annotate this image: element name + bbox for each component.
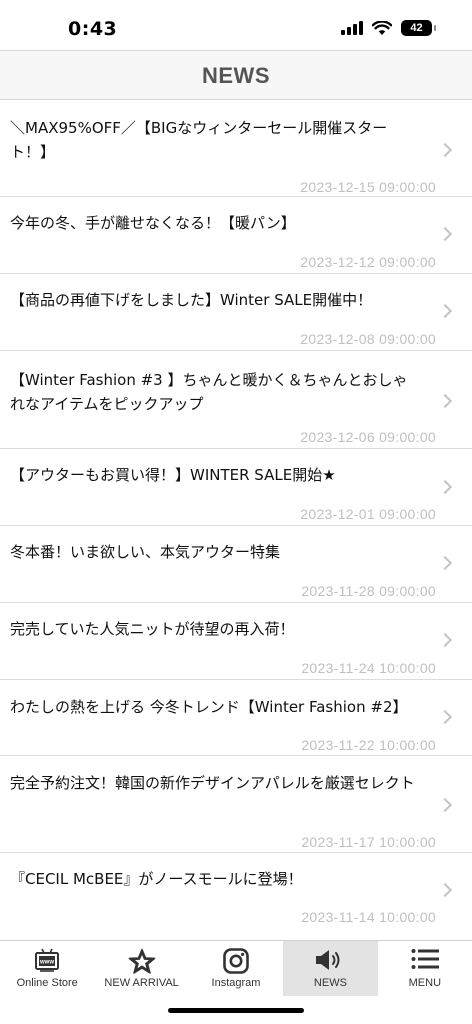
wifi-icon <box>372 20 392 35</box>
news-item[interactable]: 今年の冬、手が離せなくなる！【暖パン】 2023-12-12 09:00:00 <box>0 197 472 274</box>
news-item[interactable]: 【アウターもお買い得！】WINTER SALE開始★ 2023-12-01 09… <box>0 449 472 526</box>
news-date: 2023-11-28 09:00:00 <box>301 583 436 599</box>
news-item[interactable]: 完全予約注文！韓国の新作デザインアパレルを厳選セレクト 2023-11-17 1… <box>0 756 472 853</box>
chevron-right-icon <box>437 555 453 571</box>
tab-online-store[interactable]: www Online Store <box>0 941 94 996</box>
hamburger-menu-icon <box>411 949 439 969</box>
tab-news[interactable]: NEWS <box>283 941 378 996</box>
news-item[interactable]: わたしの熱を上げる 今冬トレンド【Winter Fashion #2】 2023… <box>0 680 472 756</box>
chevron-right-icon <box>437 882 453 898</box>
status-time: 0:43 <box>68 18 118 40</box>
home-indicator <box>168 1008 304 1013</box>
news-item[interactable]: 【Winter Fashion #3 】ちゃんと暖かく＆ちゃんとおしゃれなアイテ… <box>0 351 472 449</box>
news-item[interactable]: 冬本番！いま欲しい、本気アウター特集 2023-11-28 09:00:00 <box>0 526 472 603</box>
news-title: 冬本番！いま欲しい、本気アウター特集 <box>10 543 281 561</box>
tab-instagram[interactable]: Instagram <box>189 941 283 996</box>
news-title: 【アウターもお買い得！】WINTER SALE開始★ <box>10 466 336 484</box>
news-date: 2023-12-12 09:00:00 <box>300 254 436 270</box>
tab-label: Instagram <box>211 977 261 989</box>
page-title: NEWS <box>202 63 270 88</box>
news-date: 2023-12-08 09:00:00 <box>300 331 436 347</box>
tab-label: NEW ARRIVAL <box>104 977 179 989</box>
chevron-right-icon <box>437 303 453 319</box>
status-icons: 42 <box>341 20 436 36</box>
cellular-signal-icon <box>341 21 363 35</box>
news-date: 2023-12-01 09:00:00 <box>300 506 436 522</box>
navigation-header: NEWS <box>0 50 472 100</box>
news-item[interactable]: 完売していた人気ニットが待望の再入荷！ 2023-11-24 10:00:00 <box>0 603 472 680</box>
news-title: ＼MAX95%OFF／【BIGなウィンターセール開催スタート！】 <box>10 119 388 161</box>
news-item[interactable]: 『CECIL McBEE』がノースモールに登場！ 2023-11-14 10:0… <box>0 853 472 939</box>
chevron-right-icon <box>437 226 453 242</box>
bottom-tab-bar: www Online Store NEW ARRIVAL Instagram N… <box>0 940 472 996</box>
chevron-right-icon <box>437 709 453 725</box>
chevron-right-icon <box>437 632 453 648</box>
news-list: ＼MAX95%OFF／【BIGなウィンターセール開催スタート！】 2023-12… <box>0 100 472 939</box>
news-date: 2023-11-17 10:00:00 <box>301 834 436 850</box>
tab-label: NEWS <box>313 977 347 989</box>
tab-menu[interactable]: MENU <box>378 941 472 996</box>
online-store-icon: www <box>35 948 60 972</box>
news-date: 2023-11-14 10:00:00 <box>301 909 436 925</box>
news-title: 【商品の再値下げをしました】Winter SALE開催中！ <box>10 291 373 309</box>
news-date: 2023-12-06 09:00:00 <box>300 429 436 445</box>
instagram-icon <box>223 948 249 974</box>
chevron-right-icon <box>437 797 453 813</box>
news-title: 今年の冬、手が離せなくなる！【暖パン】 <box>10 214 296 232</box>
tab-new-arrival[interactable]: NEW ARRIVAL <box>94 941 188 996</box>
news-date: 2023-12-15 09:00:00 <box>300 179 436 195</box>
news-title: 『CECIL McBEE』がノースモールに登場！ <box>10 870 303 888</box>
tab-label: Online Store <box>16 977 78 989</box>
news-date: 2023-11-24 10:00:00 <box>301 660 436 676</box>
star-icon <box>128 948 155 974</box>
chevron-right-icon <box>437 393 453 409</box>
news-title: 【Winter Fashion #3 】ちゃんと暖かく＆ちゃんとおしゃれなアイテ… <box>10 371 408 413</box>
news-item[interactable]: ＼MAX95%OFF／【BIGなウィンターセール開催スタート！】 2023-12… <box>0 100 472 197</box>
tab-label: MENU <box>408 977 442 989</box>
news-title: わたしの熱を上げる 今冬トレンド【Winter Fashion #2】 <box>10 698 408 716</box>
status-bar: 0:43 42 <box>0 0 472 50</box>
megaphone-icon <box>316 950 340 970</box>
battery-level: 42 <box>410 22 423 34</box>
chevron-right-icon <box>437 142 453 158</box>
news-item[interactable]: 【商品の再値下げをしました】Winter SALE開催中！ 2023-12-08… <box>0 274 472 351</box>
news-title: 完売していた人気ニットが待望の再入荷！ <box>10 620 295 638</box>
battery-icon: 42 <box>401 20 436 36</box>
news-title: 完全予約注文！韓国の新作デザインアパレルを厳選セレクト <box>10 774 415 792</box>
svg-text:www: www <box>39 960 54 966</box>
chevron-right-icon <box>437 479 453 495</box>
news-date: 2023-11-22 10:00:00 <box>301 737 436 753</box>
